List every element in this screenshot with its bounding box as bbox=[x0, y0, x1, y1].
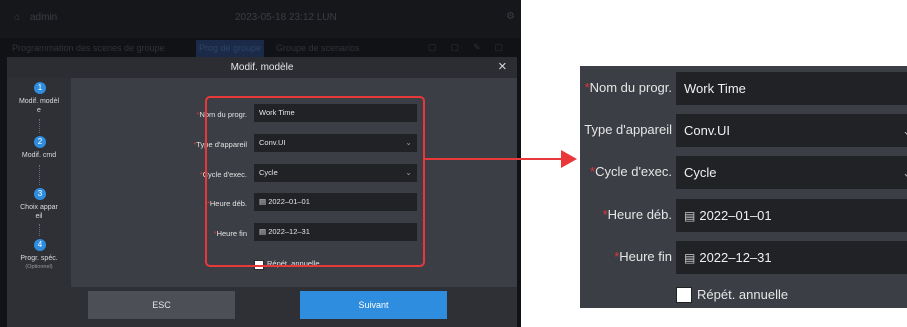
zoom-end-time-input[interactable]: ▤ 2022–12–31 bbox=[676, 241, 907, 274]
zoom-end-time-label: *Heure fin bbox=[614, 249, 672, 264]
zoom-device-type-select[interactable]: Conv.UI⌄ bbox=[676, 114, 907, 147]
zoom-repeat-annual-checkbox[interactable] bbox=[676, 287, 692, 303]
chevron-down-icon: ⌄ bbox=[902, 114, 907, 147]
menu-item-scenes[interactable]: Programmation des scenes de groupe bbox=[12, 43, 165, 53]
step-1-badge: 1 bbox=[34, 82, 46, 94]
modal-header: Modif. modèle × bbox=[7, 57, 517, 78]
close-icon[interactable]: × bbox=[498, 58, 507, 75]
step-4-label[interactable]: Progr. spéc. bbox=[7, 254, 71, 263]
zoom-cycle-select[interactable]: Cycle⌄ bbox=[676, 156, 907, 189]
step-2-label[interactable]: Modif. cmd bbox=[7, 151, 71, 160]
callout-arrow bbox=[425, 158, 561, 160]
zoom-repeat-annual-label: Répét. annuelle bbox=[697, 287, 789, 302]
step-2-badge: 2 bbox=[34, 136, 46, 148]
chevron-down-icon: ⌄ bbox=[902, 156, 907, 189]
wizard-steps: 1 Modif. modèl e 2 Modif. cmd 3 Choix ap… bbox=[7, 78, 71, 287]
gear-icon[interactable]: ⚙ bbox=[506, 11, 515, 22]
step-connector bbox=[39, 165, 40, 185]
step-connector bbox=[39, 119, 40, 133]
arrow-head-icon bbox=[561, 150, 577, 168]
zoom-start-time-label: *Heure déb. bbox=[602, 207, 672, 222]
zoom-device-type-label: Type d'appareil bbox=[584, 122, 672, 137]
status-bar: ⌂ admin 2023-05-18 23:12 LUN ⚙ bbox=[0, 0, 521, 38]
next-button[interactable]: Suivant bbox=[300, 291, 447, 319]
modal-title: Modif. modèle bbox=[230, 62, 294, 73]
zoom-start-time-input[interactable]: ▤ 2022–01–01 bbox=[676, 199, 907, 232]
user-name: admin bbox=[30, 12, 58, 23]
home-icon[interactable]: ⌂ bbox=[14, 12, 20, 23]
zoom-cycle-label: *Cycle d'exec. bbox=[590, 164, 672, 179]
menu-item-scenarios[interactable]: Groupe de scenarios bbox=[276, 43, 360, 53]
zoom-name-input[interactable]: Work Time bbox=[676, 72, 907, 105]
highlight-box bbox=[205, 96, 425, 267]
device-screenshot: ⌂ admin 2023-05-18 23:12 LUN ⚙ Programma… bbox=[0, 0, 521, 327]
modal-footer: ESC Suivant bbox=[7, 287, 517, 327]
step-3-label[interactable]: Choix appar eil bbox=[7, 203, 71, 221]
toolbar-icons: ▢▢✎▢ bbox=[428, 42, 518, 52]
calendar-icon: ▤ bbox=[684, 251, 696, 265]
zoomed-form-panel: *Nom du progr. Work Time Type d'appareil… bbox=[580, 66, 907, 308]
step-connector bbox=[39, 224, 40, 236]
esc-button[interactable]: ESC bbox=[88, 291, 235, 319]
step-4-sublabel: (Optionnel) bbox=[25, 264, 53, 270]
calendar-icon: ▤ bbox=[684, 209, 696, 223]
step-4-badge: 4 bbox=[34, 239, 46, 251]
step-3-badge: 3 bbox=[34, 188, 46, 200]
step-1-label[interactable]: Modif. modèl e bbox=[7, 97, 71, 115]
menu-item-group-prog[interactable]: Prog de groupe bbox=[196, 40, 264, 57]
zoom-name-label: *Nom du progr. bbox=[584, 80, 672, 95]
clock: 2023-05-18 23:12 LUN bbox=[235, 12, 337, 23]
